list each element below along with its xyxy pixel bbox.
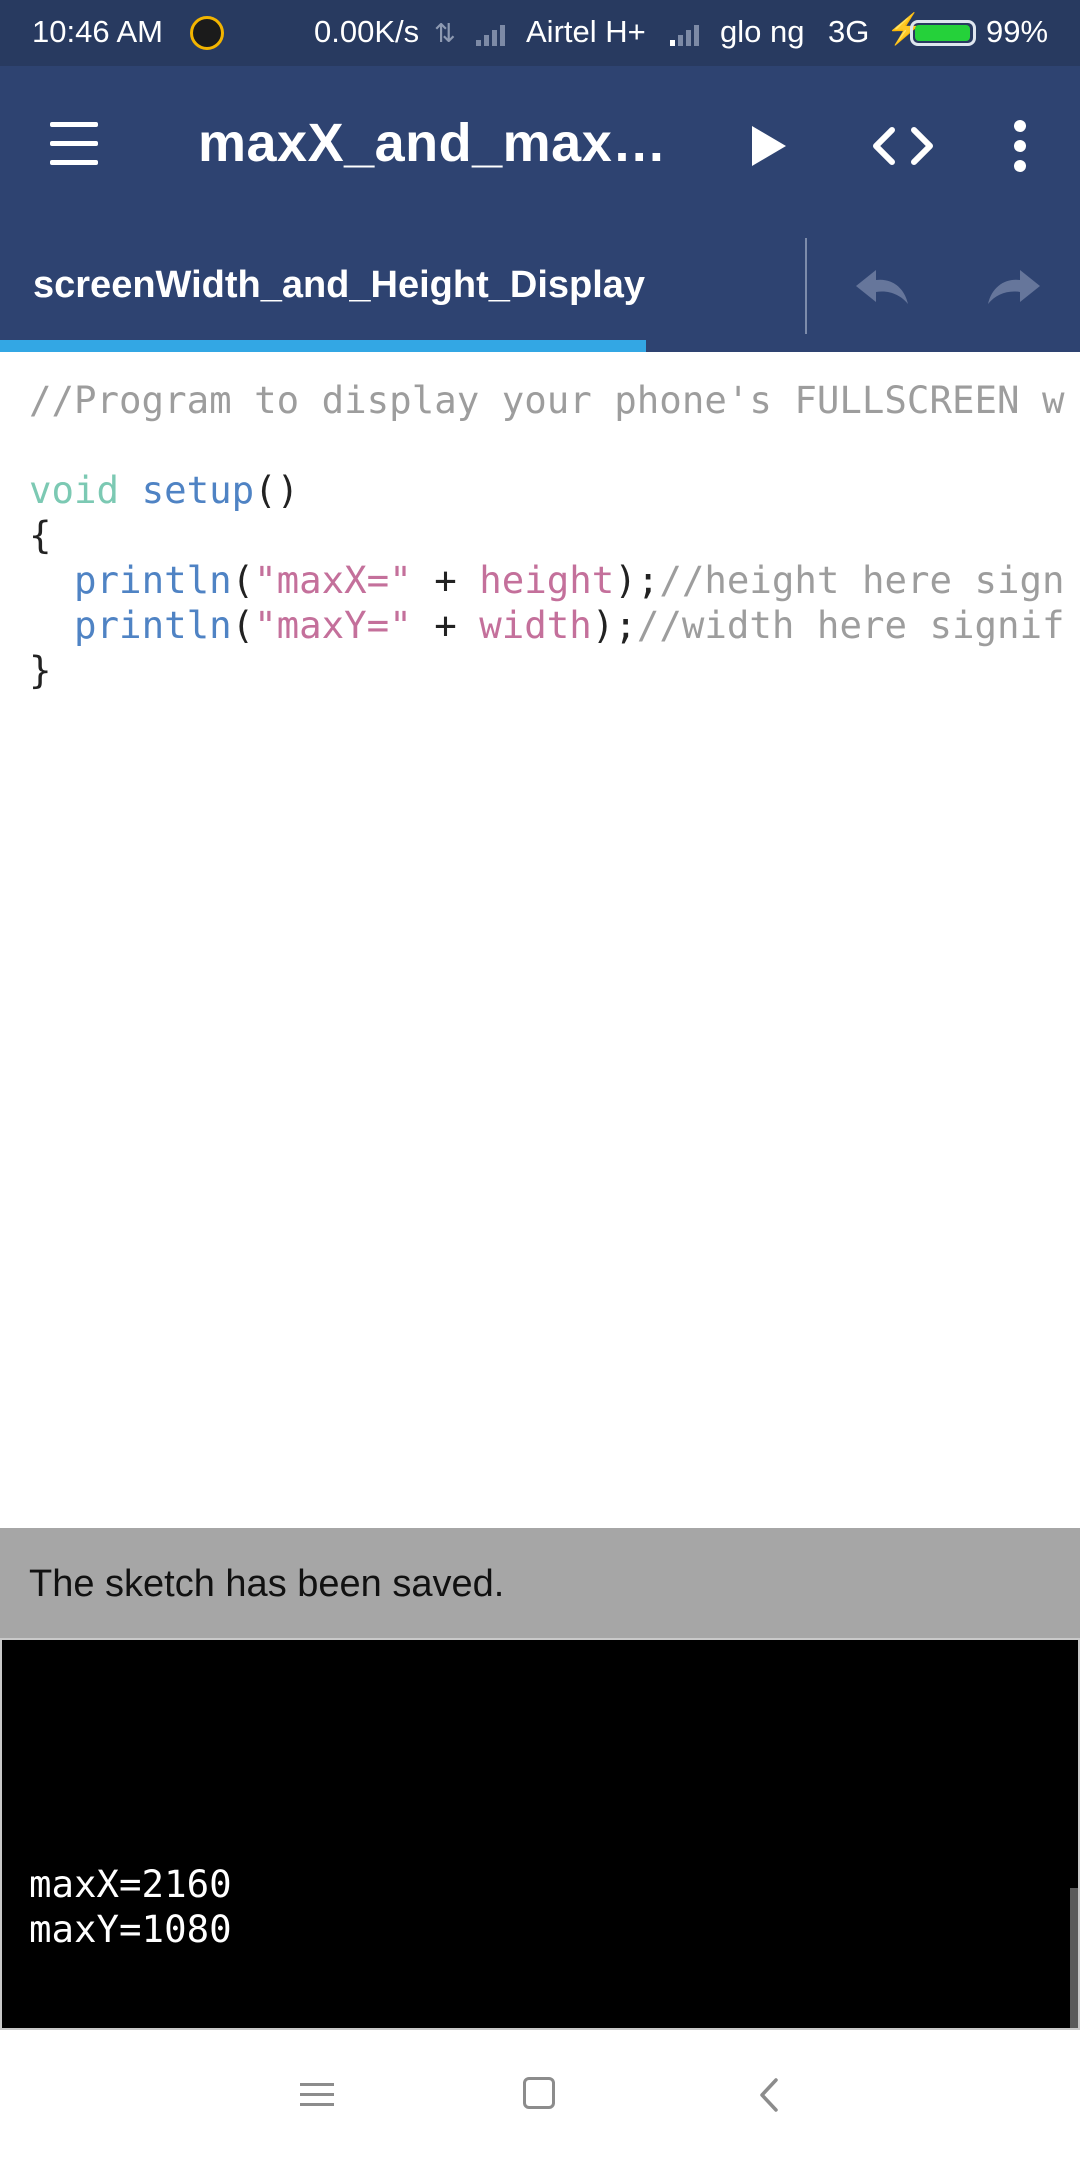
- code-line: //Program to display your phone's FULLSC…: [29, 378, 1065, 423]
- status-time: 10:46 AM: [32, 14, 163, 49]
- code-token-str: "maxY=": [254, 603, 412, 647]
- status-network-type: 3G: [828, 14, 870, 49]
- nav-menu-icon[interactable]: [300, 2080, 336, 2110]
- code-line: {: [29, 513, 1065, 558]
- code-brackets-icon[interactable]: [868, 116, 938, 176]
- code-token-pl: (): [254, 468, 300, 512]
- code-token-comment: //height here sign: [659, 558, 1065, 602]
- console-line: maxX=2160: [29, 1862, 232, 1906]
- code-token-fn: setup: [141, 468, 255, 512]
- code-token-fn: println: [74, 603, 232, 647]
- app-notification-icon: [190, 16, 224, 50]
- system-navigation-bar: [0, 2030, 1080, 2160]
- code-token-pl: +: [411, 558, 480, 602]
- tab-sketch[interactable]: screenWidth_and_Height_Display: [0, 224, 646, 352]
- tab-selected-indicator: [0, 340, 646, 352]
- nav-home-icon[interactable]: [523, 2077, 555, 2109]
- code-token-var: width: [479, 603, 592, 647]
- data-transfer-icon: ⇅: [434, 18, 456, 48]
- code-line: println("maxY=" + width);//width here si…: [29, 603, 1065, 648]
- undo-icon[interactable]: [850, 264, 916, 314]
- code-line: void setup(): [29, 468, 1065, 513]
- code-line: println("maxX=" + height);//height here …: [29, 558, 1065, 603]
- code-token-pl: +: [411, 603, 480, 647]
- console-output[interactable]: maxX=2160 maxY=1080: [2, 1640, 1078, 2028]
- status-carrier-2: glo ng: [720, 14, 805, 49]
- console-line: maxY=1080: [29, 1907, 232, 1951]
- sketch-title: maxX_and_maxY…: [198, 113, 668, 173]
- battery-icon: [910, 20, 976, 46]
- code-token-fn: println: [74, 558, 232, 602]
- redo-icon[interactable]: [980, 264, 1046, 314]
- status-network-speed: 0.00K/s: [314, 14, 420, 49]
- signal-strength-icon: [670, 22, 699, 46]
- toolbar-divider: [805, 238, 807, 334]
- code-token-pl: (: [231, 558, 255, 602]
- battery-level-fill: [915, 25, 971, 41]
- code-token-pl: (: [231, 603, 255, 647]
- console-scrollbar[interactable]: [1070, 1888, 1078, 2028]
- code-token-kw: void: [29, 468, 120, 512]
- status-bar: 10:46 AM 0.00K/s ⇅ Airtel H+ glo ng 3G ⚡…: [0, 0, 1080, 66]
- code-token-comment: //width here signif: [636, 603, 1065, 647]
- more-vertical-icon[interactable]: [1000, 114, 1040, 178]
- status-carrier-1: Airtel H+: [526, 14, 646, 49]
- code-token-var: height: [479, 558, 615, 602]
- code-token-pl: {: [29, 513, 52, 557]
- nav-back-icon[interactable]: [754, 2076, 784, 2114]
- battery-percent: 99%: [986, 14, 1049, 49]
- message-area: The sketch has been saved.: [0, 1528, 1080, 1640]
- play-icon[interactable]: [738, 116, 798, 176]
- code-token-pl: }: [29, 648, 52, 692]
- tab-label: screenWidth_and_Height_Display: [33, 264, 646, 306]
- status-message: The sketch has been saved.: [29, 1563, 505, 1605]
- app-toolbar: maxX_and_maxY…: [0, 66, 1080, 224]
- console-lines: maxX=2160 maxY=1080: [29, 1862, 232, 1952]
- hamburger-menu-icon[interactable]: [46, 122, 102, 166]
- code-token-str: "maxX=": [254, 558, 412, 602]
- code-text[interactable]: //Program to display your phone's FULLSC…: [29, 378, 1065, 693]
- code-editor[interactable]: //Program to display your phone's FULLSC…: [0, 352, 1080, 1528]
- code-token-pl: );: [614, 558, 660, 602]
- code-line: }: [29, 648, 1065, 693]
- signal-strength-icon: [476, 22, 505, 46]
- sketch-tab-bar: screenWidth_and_Height_Display: [0, 224, 1080, 352]
- code-token-pl: );: [591, 603, 637, 647]
- code-token-comment: //Program to display your phone's FULLSC…: [29, 378, 1065, 422]
